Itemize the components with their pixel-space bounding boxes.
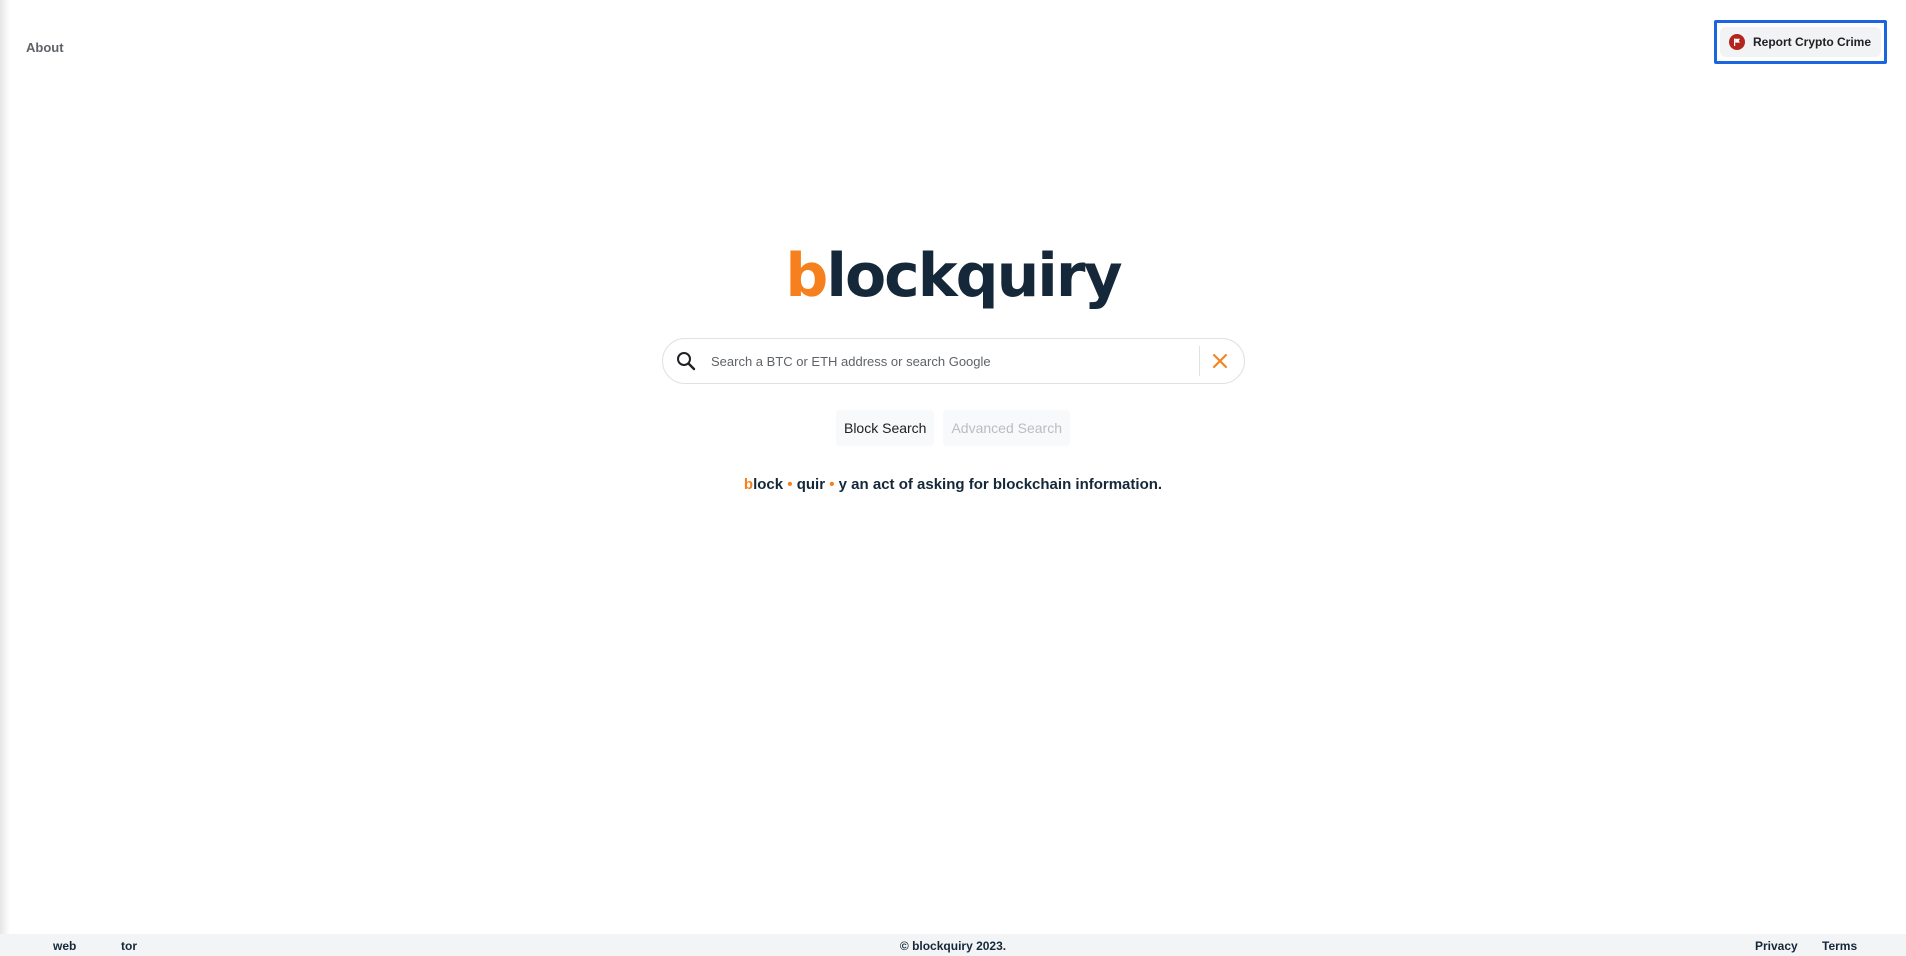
tagline: block • quir • y an act of asking for bl…	[0, 476, 1906, 493]
logo-first-letter: b	[785, 241, 828, 311]
footer-privacy-link[interactable]: Privacy	[1755, 939, 1798, 953]
flag-icon	[1728, 34, 1745, 50]
search-bar	[662, 338, 1245, 384]
logo-rest: lockquiry	[826, 241, 1122, 311]
search-input[interactable]	[709, 345, 1193, 377]
tagline-part2: quir	[796, 476, 826, 493]
tagline-part3: y an act of asking for blockchain inform…	[838, 476, 1163, 493]
tagline-part1: lock	[753, 476, 784, 493]
search-divider	[1199, 346, 1200, 376]
block-search-button[interactable]: Block Search	[835, 410, 935, 446]
close-icon[interactable]	[1210, 351, 1230, 371]
search-buttons: Block Search Advanced Search	[0, 410, 1906, 446]
tagline-dot-1: •	[787, 476, 793, 493]
about-link[interactable]: About	[26, 40, 64, 55]
footer: web tor © blockquiry 2023. Privacy Terms	[0, 934, 1906, 956]
page: About Report Crypto Crime blockquiry Sea…	[0, 0, 1906, 956]
report-crypto-crime-button[interactable]: Report Crypto Crime	[1719, 27, 1881, 57]
report-crypto-crime-label: Report Crypto Crime	[1752, 35, 1871, 49]
search-icon[interactable]	[675, 350, 697, 372]
footer-terms-link[interactable]: Terms	[1822, 939, 1857, 953]
report-crypto-crime-focus-outline: Report Crypto Crime	[1714, 20, 1887, 64]
footer-copyright: © blockquiry 2023.	[899, 939, 1007, 953]
tagline-dot-2: •	[829, 476, 835, 493]
left-edge-shadow	[0, 0, 10, 934]
tagline-accent-letter: b	[743, 476, 754, 493]
advanced-search-button[interactable]: Advanced Search	[943, 410, 1070, 446]
blockquiry-logo: blockquiry	[0, 240, 1906, 312]
